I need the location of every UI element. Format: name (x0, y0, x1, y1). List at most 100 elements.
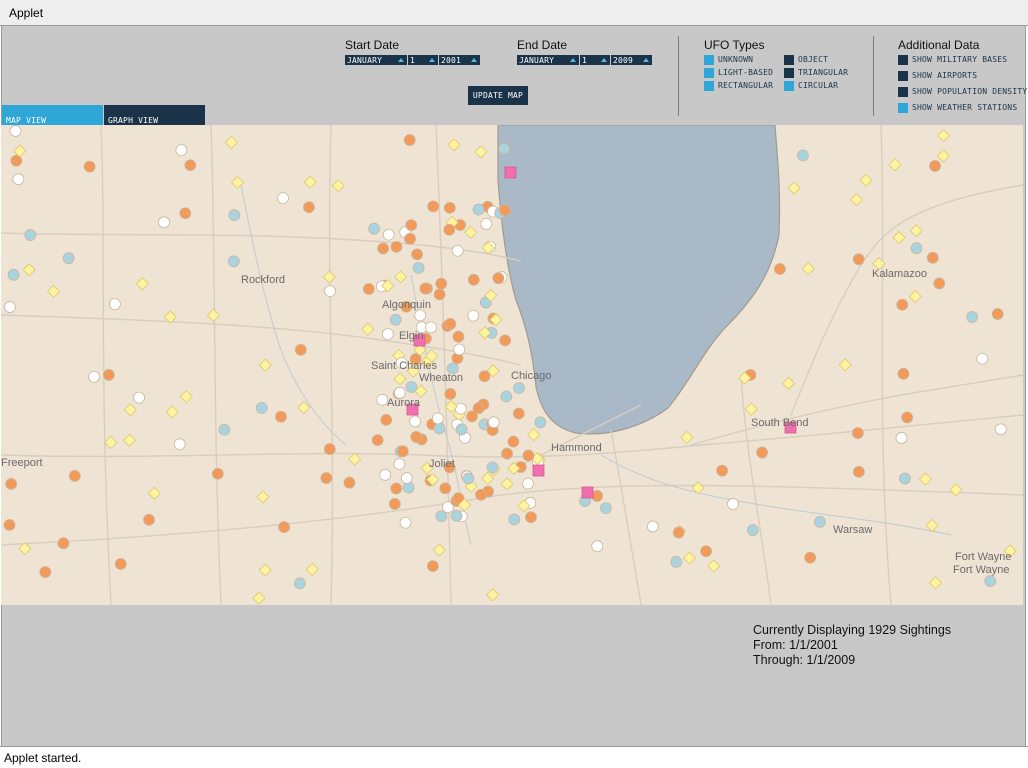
sighting-marker-diamond[interactable] (394, 270, 408, 284)
sighting-marker-diamond[interactable] (303, 175, 317, 189)
sighting-marker[interactable] (480, 218, 493, 230)
sighting-marker[interactable] (399, 516, 412, 529)
sighting-marker[interactable] (929, 160, 941, 172)
sighting-marker[interactable] (175, 144, 188, 157)
sighting-marker[interactable] (486, 461, 499, 474)
sighting-marker[interactable] (976, 352, 989, 365)
sighting-marker-diamond[interactable] (888, 158, 902, 172)
start-day-select[interactable]: 1 (408, 55, 438, 65)
sighting-marker[interactable] (432, 412, 444, 425)
sighting-marker-diamond[interactable] (682, 551, 696, 565)
sighting-marker[interactable] (403, 134, 416, 146)
sighting-marker-diamond[interactable] (331, 179, 345, 193)
checkbox-airports[interactable] (898, 71, 908, 81)
sighting-marker[interactable] (804, 551, 817, 564)
sighting-marker-diamond[interactable] (908, 289, 922, 304)
sighting-marker-square[interactable] (504, 166, 517, 179)
checkbox-triangular[interactable] (784, 68, 794, 78)
sighting-marker[interactable] (211, 467, 224, 480)
checkbox-military-bases[interactable] (898, 55, 908, 65)
sighting-marker[interactable] (910, 242, 923, 255)
sighting-marker[interactable] (926, 251, 939, 264)
sighting-marker-diamond[interactable] (500, 477, 514, 491)
sighting-marker[interactable] (851, 427, 864, 439)
sighting-marker-diamond[interactable] (527, 428, 541, 442)
checkbox-unknown[interactable] (704, 55, 714, 65)
sighting-marker[interactable] (435, 510, 448, 523)
sighting-marker[interactable] (83, 160, 96, 173)
sighting-marker[interactable] (4, 301, 16, 313)
checkbox-rectangular[interactable] (704, 81, 714, 91)
sighting-marker[interactable] (454, 402, 467, 415)
sighting-marker[interactable] (467, 309, 480, 322)
sighting-marker[interactable] (746, 524, 759, 537)
sighting-marker[interactable] (895, 432, 908, 444)
sighting-marker[interactable] (88, 370, 101, 383)
sighting-marker-diamond[interactable] (147, 486, 161, 500)
sighting-marker[interactable] (24, 229, 37, 241)
sighting-marker-square[interactable] (581, 486, 594, 499)
sighting-marker[interactable] (443, 201, 456, 214)
sighting-marker-diamond[interactable] (486, 588, 500, 602)
end-month-select[interactable]: JANUARY (517, 55, 579, 65)
sighting-marker[interactable] (405, 219, 418, 232)
sighting-marker[interactable] (443, 223, 456, 236)
sighting-marker[interactable] (534, 416, 547, 429)
sighting-marker[interactable] (323, 443, 336, 456)
sighting-marker[interactable] (393, 458, 406, 470)
sighting-marker-diamond[interactable] (123, 403, 137, 417)
sighting-marker[interactable] (343, 476, 356, 489)
sighting-marker[interactable] (727, 498, 739, 510)
sighting-marker[interactable] (133, 391, 145, 404)
sighting-marker[interactable] (498, 204, 511, 217)
sighting-marker-diamond[interactable] (838, 358, 852, 372)
sighting-marker[interactable] (390, 240, 403, 253)
sighting-marker-diamond[interactable] (481, 471, 495, 485)
sighting-marker[interactable] (382, 228, 395, 241)
sighting-marker[interactable] (670, 555, 683, 568)
sighting-marker-diamond[interactable] (206, 308, 220, 322)
sighting-marker[interactable] (108, 298, 121, 311)
sighting-marker-diamond[interactable] (224, 135, 238, 149)
sighting-marker[interactable] (412, 262, 425, 274)
sighting-marker[interactable] (508, 513, 521, 526)
sighting-marker[interactable] (294, 343, 307, 356)
update-map-button[interactable]: UPDATE MAP (468, 86, 528, 105)
sighting-marker-diamond[interactable] (937, 129, 951, 143)
sighting-marker[interactable] (277, 192, 289, 205)
sighting-marker[interactable] (388, 498, 401, 510)
sighting-marker[interactable] (396, 445, 409, 458)
sighting-marker-diamond[interactable] (909, 224, 923, 238)
sighting-marker[interactable] (9, 125, 22, 137)
sighting-marker[interactable] (984, 575, 997, 588)
sighting-marker[interactable] (435, 277, 448, 290)
sighting-marker-diamond[interactable] (474, 145, 488, 159)
sighting-marker[interactable] (450, 509, 463, 522)
sighting-marker[interactable] (228, 209, 241, 222)
sighting-marker-diamond[interactable] (925, 518, 939, 532)
sighting-marker[interactable] (700, 545, 713, 558)
sighting-marker[interactable] (143, 513, 155, 526)
sighting-marker-diamond[interactable] (949, 483, 963, 497)
tab-map-view[interactable]: MAP VIEW (2, 105, 103, 125)
sighting-marker-diamond[interactable] (258, 358, 272, 372)
sighting-marker-diamond[interactable] (165, 405, 179, 419)
sighting-marker[interactable] (478, 370, 491, 383)
sightings-map[interactable]: Rockford Algonquin Elgin Saint Charles W… (1, 125, 1023, 605)
sighting-marker-diamond[interactable] (361, 322, 375, 336)
sighting-marker[interactable] (368, 222, 380, 235)
sighting-marker[interactable] (57, 537, 70, 550)
sighting-marker-diamond[interactable] (936, 149, 950, 163)
sighting-marker[interactable] (379, 469, 392, 481)
sighting-marker[interactable] (512, 407, 525, 420)
sighting-marker[interactable] (455, 423, 468, 436)
sighting-marker[interactable] (390, 482, 403, 495)
sighting-marker[interactable] (404, 232, 416, 245)
sighting-marker[interactable] (275, 410, 287, 423)
sighting-marker[interactable] (994, 423, 1007, 436)
sighting-marker[interactable] (756, 446, 769, 459)
sighting-marker[interactable] (158, 216, 170, 229)
sighting-marker[interactable] (114, 558, 127, 570)
sighting-marker-diamond[interactable] (787, 181, 801, 195)
sighting-marker[interactable] (716, 464, 729, 477)
